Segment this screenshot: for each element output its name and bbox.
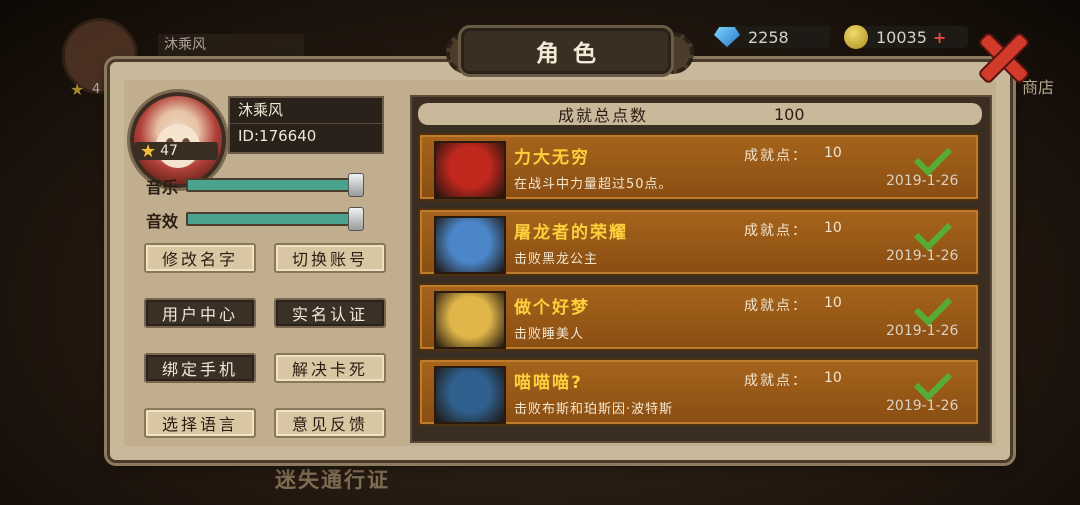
achievement-title: 喵喵喵? [514, 373, 583, 393]
level-badge: ★ 47 [134, 140, 218, 162]
star-icon: ★ [140, 140, 157, 162]
music-slider-knob[interactable] [348, 173, 364, 197]
achievement-points-label: 成就点： [744, 148, 808, 164]
achievement-total: 成就总点数 100 [418, 103, 982, 125]
close-icon[interactable] [972, 30, 1034, 84]
sfx-slider-fill [188, 214, 360, 224]
achievement-desc: 击败睡美人 [514, 327, 585, 342]
achievement-points: 10 [824, 295, 842, 311]
achievement-list[interactable]: 成就总点数 100 力大无穷 在战斗中力量超过50点。 成就点： 10 2019… [410, 95, 992, 443]
blue-troll-icon [434, 366, 506, 424]
coin-icon [844, 25, 868, 49]
achievement-desc: 击败黑龙公主 [514, 252, 599, 267]
achievement-title: 做个好梦 [514, 298, 590, 318]
feedback-button[interactable]: 意见反馈 [274, 408, 386, 438]
sfx-slider-knob[interactable] [348, 207, 364, 231]
gem-counter: 2258 [714, 26, 830, 48]
achievement-points: 10 [824, 145, 842, 161]
achievement-points-label: 成就点： [744, 223, 808, 239]
background-player-name: 沐乘风 [158, 34, 304, 56]
achievement-row[interactable]: 屠龙者的荣耀 击败黑龙公主 成就点： 10 2019-1-26 [418, 208, 980, 276]
switch-account-button[interactable]: 切换账号 [274, 243, 386, 273]
achievement-title: 力大无穷 [514, 148, 590, 168]
check-icon [912, 145, 958, 185]
rename-button[interactable]: 修改名字 [144, 243, 256, 273]
gem-icon [714, 27, 740, 47]
background-star-icon: ★ [70, 80, 85, 99]
real-name-button[interactable]: 实名认证 [274, 298, 386, 328]
coin-value: 10035 [876, 27, 927, 47]
achievement-row[interactable]: 做个好梦 击败睡美人 成就点： 10 2019-1-26 [418, 283, 980, 351]
achievement-row[interactable]: 力大无穷 在战斗中力量超过50点。 成就点： 10 2019-1-26 [418, 133, 980, 201]
bind-phone-button[interactable]: 绑定手机 [144, 353, 256, 383]
achievement-points: 10 [824, 220, 842, 236]
user-center-button[interactable]: 用户中心 [144, 298, 256, 328]
achievement-points-label: 成就点： [744, 298, 808, 314]
achievement-desc: 击败布斯和珀斯因·波特斯 [514, 402, 674, 417]
achievement-points-label: 成就点： [744, 373, 808, 389]
music-label: 音乐 [146, 178, 179, 197]
achievement-title: 屠龙者的荣耀 [514, 223, 628, 243]
level-value: 47 [160, 143, 178, 159]
achievement-desc: 在战斗中力量超过50点。 [514, 177, 673, 192]
sfx-slider[interactable] [186, 207, 364, 231]
check-icon [912, 370, 958, 410]
gem-value: 2258 [748, 27, 789, 47]
fix-stuck-button[interactable]: 解决卡死 [274, 353, 386, 383]
profile-name: 沐乘风 [230, 98, 382, 124]
sleeping-beauty-icon [434, 291, 506, 349]
panel-title: 角色 [458, 25, 674, 77]
profile-id: ID:176640 [238, 127, 317, 145]
coin-counter: 10035 + [844, 25, 968, 49]
profile-info: 沐乘风 ID:176640 [228, 96, 384, 154]
add-coins-icon[interactable]: + [933, 28, 946, 47]
achievement-points: 10 [824, 370, 842, 386]
check-icon [912, 295, 958, 335]
red-devil-icon [434, 141, 506, 199]
language-button[interactable]: 选择语言 [144, 408, 256, 438]
check-icon [912, 220, 958, 260]
sfx-label: 音效 [146, 212, 179, 231]
background-level: 4 [92, 82, 101, 97]
ice-king-icon [434, 216, 506, 274]
music-slider[interactable] [186, 173, 364, 197]
background-bottom-text: 迷失通行证 [275, 468, 390, 492]
achievement-row[interactable]: 喵喵喵? 击败布斯和珀斯因·波特斯 成就点： 10 2019-1-26 [418, 358, 980, 426]
achievement-total-value: 100 [774, 104, 805, 124]
music-slider-fill [188, 180, 360, 190]
achievement-total-label: 成就总点数 [558, 106, 649, 125]
